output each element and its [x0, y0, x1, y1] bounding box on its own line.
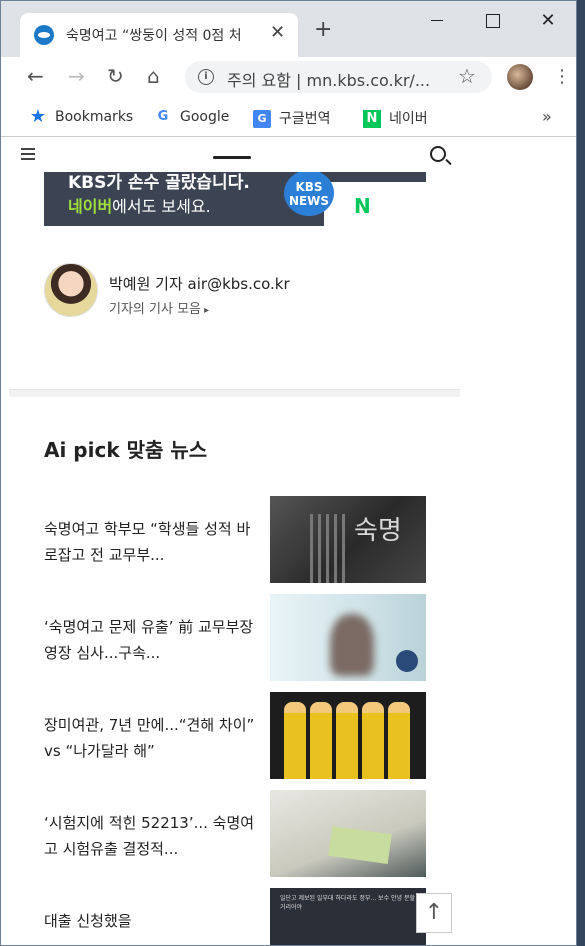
bookmark-star-icon[interactable]: ☆ — [458, 64, 476, 88]
new-tab-icon[interactable]: + — [314, 19, 332, 41]
bookmark-bookmarks[interactable]: ★ Bookmarks — [29, 108, 133, 128]
security-label: 주의 요함 — [227, 71, 291, 90]
menu-dots-icon[interactable]: ⋮ — [553, 64, 571, 90]
news-list: 숙명여고 학부모 “학생들 성적 바로잡고 전 교무부... 숙명 ‘숙명여고 … — [44, 496, 426, 945]
forward-icon[interactable]: → — [68, 65, 85, 87]
translate-icon: G — [253, 110, 271, 128]
bookmarks-bar: ★ Bookmarks G Google G 구글번역 N 네이버 » — [1, 97, 576, 137]
bookmark-label: Google — [180, 109, 230, 125]
author-avatar[interactable] — [44, 263, 98, 317]
news-thumbnail[interactable]: 숙명 — [270, 496, 426, 583]
browser-toolbar: ← → ↻ ⌂ i 주의 요함 | mn.kbs.co.kr/... ☆ ⋮ — [1, 57, 576, 97]
kbs-logo-line2: NEWS — [288, 194, 330, 208]
bookmark-label: 네이버 — [389, 111, 428, 127]
profile-avatar[interactable] — [507, 64, 533, 90]
page-margin — [460, 138, 576, 945]
thumbnail-sign-text: 숙명 — [354, 516, 402, 546]
browser-window: 숙명여고 “쌍둥이 성적 0점 처 ✕ + ✕ ← → ↻ ⌂ i 주의 요함 … — [0, 0, 577, 946]
bookmarks-more-icon[interactable]: » — [542, 107, 552, 126]
kbs-news-logo: KBS NEWS — [284, 172, 334, 216]
bookmark-label: Bookmarks — [55, 109, 134, 125]
hamburger-menu-icon[interactable] — [21, 148, 35, 160]
author-name: 박예원 기자 air@kbs.co.kr — [109, 275, 290, 293]
search-icon[interactable] — [430, 146, 446, 162]
news-item[interactable]: 장미여관, 7년 만에...“견해 차이” vs “나가달라 해” — [44, 692, 426, 790]
author-articles-link[interactable]: 기자의 기사 모음 — [109, 298, 209, 317]
home-icon[interactable]: ⌂ — [147, 65, 160, 87]
site-logo-bar — [213, 156, 251, 159]
news-title[interactable]: 장미여관, 7년 만에...“견해 차이” vs “나가달라 해” — [44, 712, 259, 764]
naver-logo-icon: N — [354, 194, 371, 218]
tab-active[interactable]: 숙명여고 “쌍둥이 성적 0점 처 ✕ — [20, 13, 298, 57]
figure — [310, 702, 332, 779]
news-thumbnail[interactable] — [270, 594, 426, 681]
page-content: KBS가 손수 골랐습니다. 네이버에서도 보세요. N KBS NEWS 박예원… — [9, 138, 460, 945]
bookmark-translate[interactable]: G 구글번역 — [253, 108, 331, 128]
maximize-icon[interactable] — [480, 9, 504, 33]
news-title[interactable]: ‘시험지에 적힌 52213’... 숙명여고 시험유출 결정적... — [44, 810, 259, 862]
banner-line-1: KBS가 손수 골랐습니다. — [68, 173, 250, 193]
section-title: Ai pick 맞춤 뉴스 — [44, 438, 208, 462]
kbs-logo-line1: KBS — [295, 180, 323, 194]
news-title[interactable]: ‘숙명여고 문제 유출’ 前 교무부장 영장 심사...구속... — [44, 614, 259, 666]
window-close-icon[interactable]: ✕ — [536, 9, 560, 33]
news-title[interactable]: 대출 신청했을 — [44, 908, 259, 934]
bookmark-label: 구글번역 — [279, 111, 331, 127]
section-divider — [9, 389, 460, 397]
banner-card: N — [324, 182, 426, 226]
google-icon: G — [157, 109, 169, 124]
kbs-favicon-icon — [34, 25, 54, 45]
tab-strip: 숙명여고 “쌍둥이 성적 0점 처 ✕ + ✕ — [1, 1, 576, 57]
address-text[interactable]: 주의 요함 | mn.kbs.co.kr/... — [227, 67, 447, 91]
author-box: 박예원 기자 air@kbs.co.kr 기자의 기사 모음 — [44, 263, 444, 323]
figure — [388, 702, 410, 779]
url-text: mn.kbs.co.kr/... — [306, 71, 431, 90]
info-icon[interactable]: i — [198, 69, 214, 85]
star-icon: ★ — [29, 106, 47, 127]
news-thumbnail[interactable] — [270, 692, 426, 779]
bookmark-naver[interactable]: N 네이버 — [363, 108, 428, 128]
bookmark-google[interactable]: G Google — [154, 108, 230, 128]
scroll-to-top-icon[interactable]: ↑ — [416, 893, 452, 933]
minimize-icon[interactable] — [425, 9, 449, 33]
address-bar[interactable]: i 주의 요함 | mn.kbs.co.kr/... ☆ — [185, 61, 492, 93]
figure — [284, 702, 306, 779]
back-icon[interactable]: ← — [27, 65, 44, 87]
tab-close-icon[interactable]: ✕ — [270, 22, 285, 43]
reload-icon[interactable]: ↻ — [107, 65, 124, 87]
news-item[interactable]: 숙명여고 학부모 “학생들 성적 바로잡고 전 교무부... 숙명 — [44, 496, 426, 594]
figure — [362, 702, 384, 779]
news-item[interactable]: ‘숙명여고 문제 유출’ 前 교무부장 영장 심사...구속... — [44, 594, 426, 692]
banner-line-2: 네이버에서도 보세요. — [68, 193, 211, 217]
banner-highlight: 네이버 — [68, 197, 113, 216]
news-title[interactable]: 숙명여고 학부모 “학생들 성적 바로잡고 전 교무부... — [44, 516, 259, 568]
naver-icon: N — [363, 110, 381, 128]
site-header — [9, 138, 460, 172]
news-thumbnail[interactable] — [270, 790, 426, 877]
figure — [336, 702, 358, 779]
tab-title: 숙명여고 “쌍둥이 성적 0점 처 — [66, 28, 242, 44]
news-item[interactable]: ‘시험지에 적힌 52213’... 숙명여고 시험유출 결정적... — [44, 790, 426, 888]
banner-rest: 에서도 보세요. — [112, 197, 211, 216]
news-item[interactable]: 대출 신청했을 일단고 제보된 일부대 하다라도 정부... 보수 안녕 분할거… — [44, 888, 426, 945]
thumbnail-caption: 일단고 제보된 일부대 하다라도 정부... 보수 안녕 분할거리어야 — [280, 895, 415, 911]
naver-promo-banner[interactable]: KBS가 손수 골랐습니다. 네이버에서도 보세요. N KBS NEWS — [44, 172, 426, 226]
news-thumbnail[interactable]: 일단고 제보된 일부대 하다라도 정부... 보수 안녕 분할거리어야 — [270, 888, 426, 945]
